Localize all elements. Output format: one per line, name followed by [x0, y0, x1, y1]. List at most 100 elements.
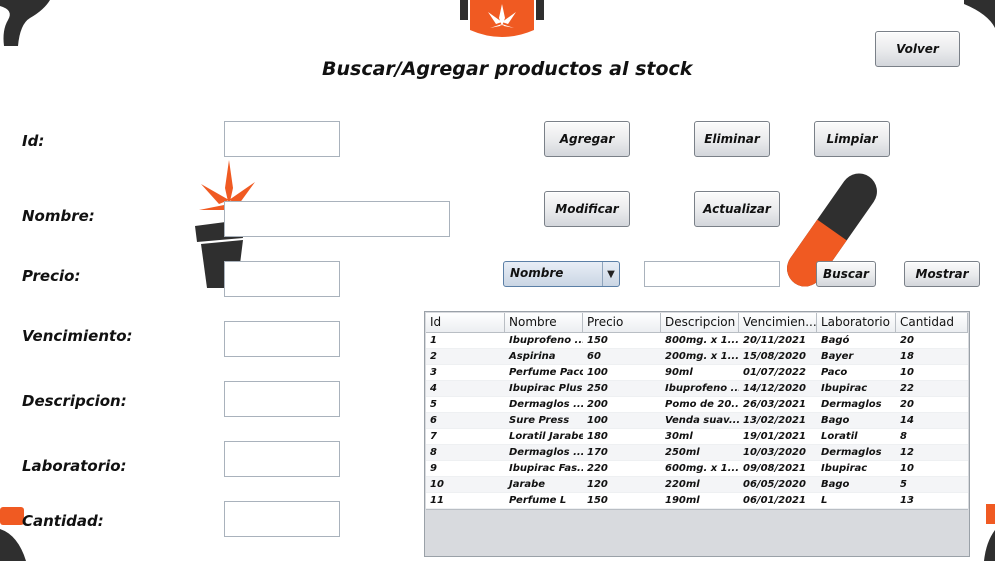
- table-cell: 8: [900, 431, 907, 442]
- cantidad-field[interactable]: [224, 501, 340, 537]
- table-row[interactable]: 2 Aspirina 60 200mg. x 1... 15/08/2020 Bayer 1…: [426, 349, 968, 365]
- table-cell: 4: [430, 383, 437, 394]
- table-cell: Jarabe: [509, 479, 546, 490]
- table-cell: 100: [587, 367, 608, 378]
- table-cell: 60: [587, 351, 601, 362]
- table-cell: 5: [430, 399, 437, 410]
- table-cell: Bagó: [821, 335, 850, 346]
- laboratorio-field[interactable]: [224, 441, 340, 477]
- table-cell: Dermaglos ...: [509, 447, 583, 458]
- table-cell: 2: [430, 351, 437, 362]
- table-row[interactable]: 11 Perfume L 150 190ml 06/01/2021 L 13: [426, 493, 968, 509]
- table-cell: 150: [587, 495, 608, 506]
- actualizar-button[interactable]: Actualizar: [694, 191, 780, 227]
- column-header[interactable]: Precio: [583, 313, 661, 333]
- table-cell: 11: [430, 495, 444, 506]
- table-header: Id Nombre Precio Descripcion Vencimien... Lab…: [426, 313, 968, 333]
- table-row[interactable]: 4 Ibupirac Plus 250 Ibuprofeno ... 14/12/202…: [426, 381, 968, 397]
- table-row[interactable]: 6 Sure Press 100 Venda suav... 13/02/2021 Bag…: [426, 413, 968, 429]
- hand-silhouette-top-right: [964, 0, 995, 28]
- nombre-field[interactable]: [224, 201, 450, 237]
- table-row[interactable]: 10 Jarabe 120 220ml 06/05/2020 Bago 5: [426, 477, 968, 493]
- search-input[interactable]: [644, 261, 780, 287]
- table-cell: 8: [430, 447, 437, 458]
- table-cell: Dermaglos: [821, 447, 882, 458]
- table-cell: 09/08/2021: [743, 463, 806, 474]
- table-body[interactable]: 1 Ibuprofeno ... 150 800mg. x 1... 20/11/202…: [426, 333, 968, 510]
- table-cell: 12: [900, 447, 914, 458]
- table-row[interactable]: 5 Dermaglos ... 200 Pomo de 20... 26/03/2021…: [426, 397, 968, 413]
- page-title: Buscar/Agregar productos al stock: [322, 58, 693, 80]
- table-cell: L: [821, 495, 828, 506]
- table-cell: Ibupirac Fas...: [509, 463, 583, 474]
- table-row[interactable]: 8 Dermaglos ... 170 250ml 10/03/2020 Dermaglo…: [426, 445, 968, 461]
- table-cell: 10: [900, 367, 914, 378]
- table-cell: 150: [587, 335, 608, 346]
- table-cell: 20/11/2021: [743, 335, 806, 346]
- table-cell: Dermaglos: [821, 399, 882, 410]
- table-cell: 20: [900, 335, 914, 346]
- column-header[interactable]: Descripcion: [661, 313, 739, 333]
- table-cell: 250ml: [665, 447, 700, 458]
- volver-button[interactable]: Volver: [875, 31, 960, 67]
- table-cell: 10: [430, 479, 444, 490]
- products-table[interactable]: Id Nombre Precio Descripcion Vencimien... Lab…: [424, 311, 970, 557]
- table-cell: 800mg. x 1...: [665, 335, 739, 346]
- eliminar-button[interactable]: Eliminar: [694, 121, 770, 157]
- table-cell: Perfume Paco: [509, 367, 583, 378]
- modificar-button[interactable]: Modificar: [544, 191, 630, 227]
- table-cell: Pomo de 20...: [665, 399, 739, 410]
- search-field-select[interactable]: Nombre ▼: [503, 261, 620, 287]
- table-cell: 14: [900, 415, 914, 426]
- table-cell: 6: [430, 415, 437, 426]
- table-cell: 06/05/2020: [743, 479, 806, 490]
- table-cell: 120: [587, 479, 608, 490]
- vencimiento-label: Vencimiento:: [22, 327, 133, 345]
- table-row[interactable]: 3 Perfume Paco 100 90ml 01/07/2022 Paco 10: [426, 365, 968, 381]
- table-cell: 200mg. x 1...: [665, 351, 739, 362]
- table-cell: 170: [587, 447, 608, 458]
- table-cell: 14/12/2020: [743, 383, 806, 394]
- table-row[interactable]: 9 Ibupirac Fas... 220 600mg. x 1... 09/08/20…: [426, 461, 968, 477]
- table-cell: Ibupirac: [821, 383, 868, 394]
- laboratorio-label: Laboratorio:: [22, 457, 127, 475]
- table-cell: 220ml: [665, 479, 700, 490]
- hand-silhouette-bottom-right: [984, 504, 995, 561]
- table-cell: Dermaglos ...: [509, 399, 583, 410]
- table-row[interactable]: 1 Ibuprofeno ... 150 800mg. x 1... 20/11/202…: [426, 333, 968, 349]
- chevron-down-icon[interactable]: ▼: [602, 262, 619, 286]
- table-cell: 30ml: [665, 431, 693, 442]
- descripcion-label: Descripcion:: [22, 392, 127, 410]
- nombre-label: Nombre:: [22, 207, 95, 225]
- column-header[interactable]: Id: [426, 313, 505, 333]
- table-cell: Venda suav...: [665, 415, 739, 426]
- column-header[interactable]: Cantidad: [896, 313, 968, 333]
- precio-field[interactable]: [224, 261, 340, 297]
- precio-label: Precio:: [22, 267, 81, 285]
- table-cell: 220: [587, 463, 608, 474]
- table-cell: 13: [900, 495, 914, 506]
- table-cell: 250: [587, 383, 608, 394]
- limpiar-button[interactable]: Limpiar: [814, 121, 890, 157]
- table-cell: 3: [430, 367, 437, 378]
- vencimiento-field[interactable]: [224, 321, 340, 357]
- buscar-button[interactable]: Buscar: [816, 261, 876, 287]
- table-cell: 20: [900, 399, 914, 410]
- column-header[interactable]: Laboratorio: [817, 313, 896, 333]
- table-cell: Loratil Jarabe: [509, 431, 583, 442]
- table-cell: Ibupirac Plus: [509, 383, 583, 394]
- mostrar-button[interactable]: Mostrar: [904, 261, 980, 287]
- table-cell: 01/07/2022: [743, 367, 806, 378]
- descripcion-field[interactable]: [224, 381, 340, 417]
- table-cell: 13/02/2021: [743, 415, 806, 426]
- table-cell: Paco: [821, 367, 848, 378]
- id-field[interactable]: [224, 121, 340, 157]
- cannabis-leaf-badge-icon: [460, 0, 544, 37]
- column-header[interactable]: Nombre: [505, 313, 583, 333]
- agregar-button[interactable]: Agregar: [544, 121, 630, 157]
- table-cell: Bayer: [821, 351, 854, 362]
- table-row[interactable]: 7 Loratil Jarabe 180 30ml 19/01/2021 Loratil 8: [426, 429, 968, 445]
- column-header[interactable]: Vencimien...: [739, 313, 817, 333]
- table-cell: 100: [587, 415, 608, 426]
- table-cell: 5: [900, 479, 907, 490]
